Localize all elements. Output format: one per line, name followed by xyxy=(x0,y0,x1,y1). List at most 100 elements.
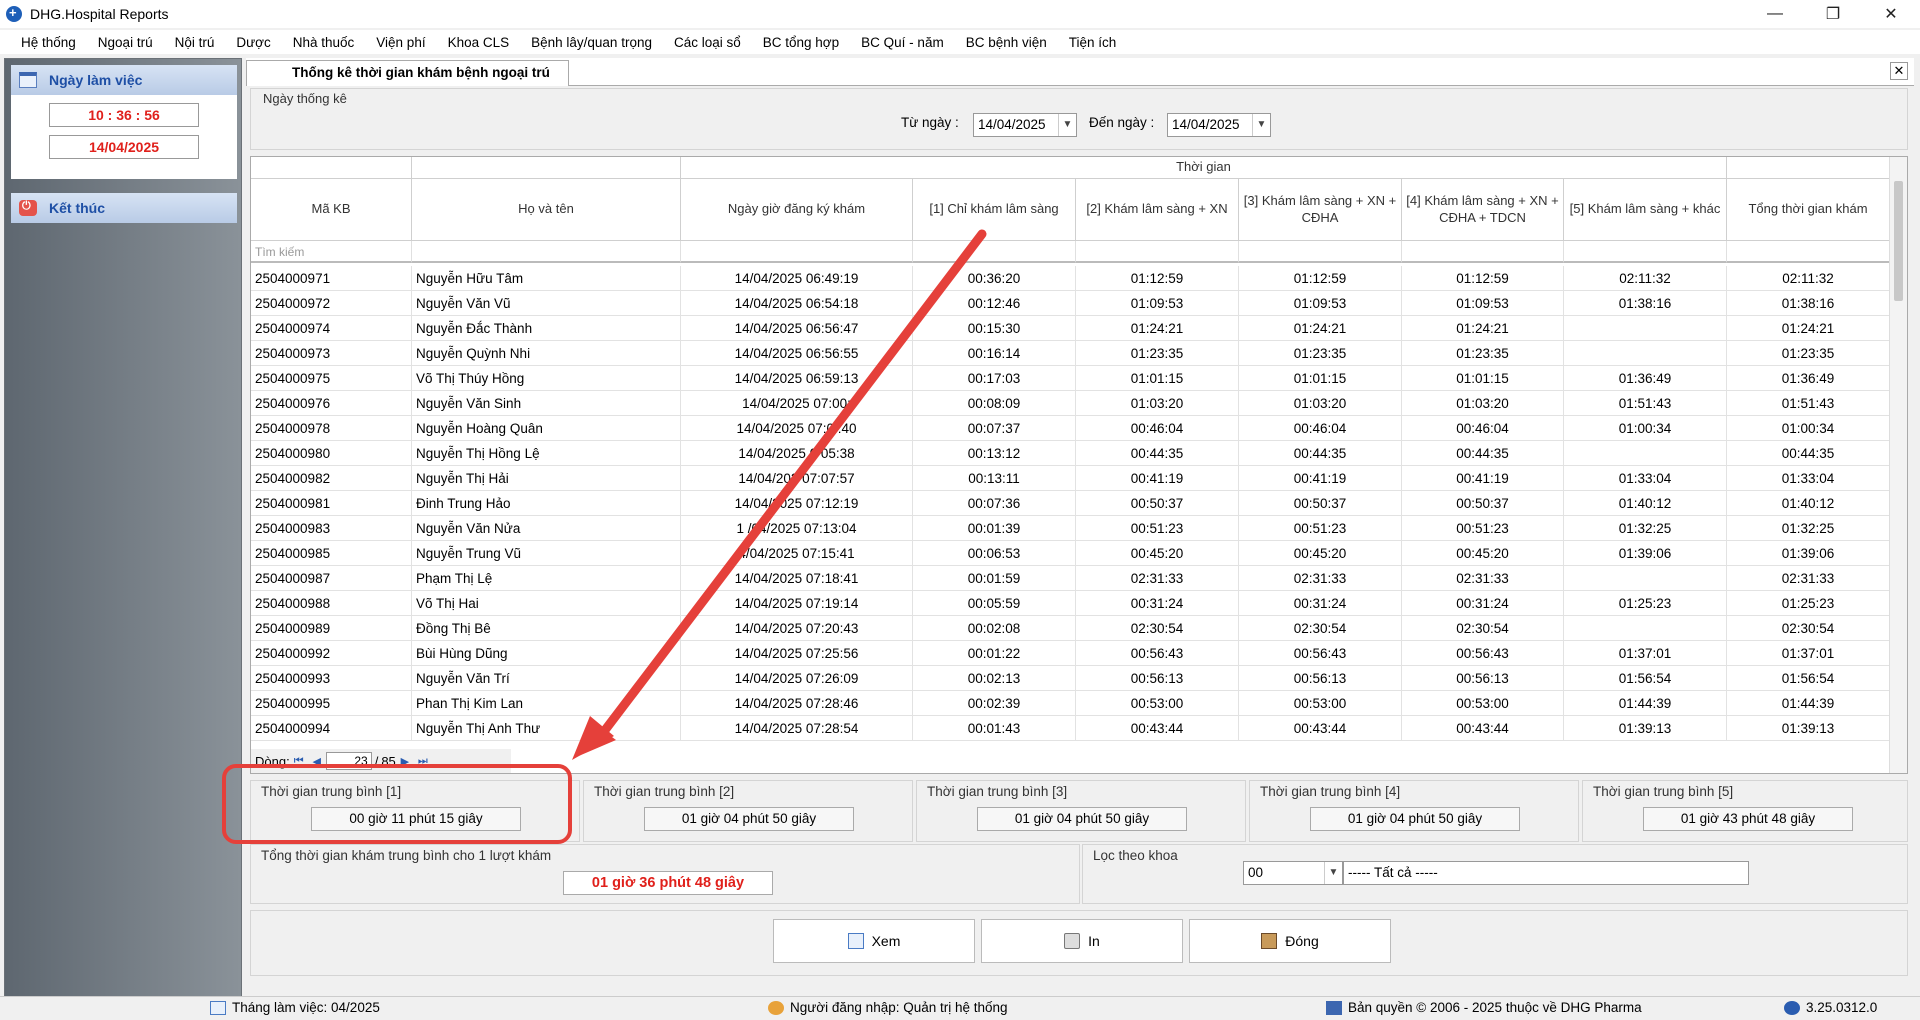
cell-ngay-dang-ky[interactable]: 14/04/202 07:07:57 xyxy=(681,466,913,490)
cell-ho-ten[interactable]: Nguyễn Hoàng Quân xyxy=(412,416,681,440)
search-input-t3[interactable] xyxy=(1239,241,1402,263)
cell-total[interactable]: 02:30:54 xyxy=(1727,616,1890,640)
cell-ho-ten[interactable]: Nguyễn Văn Trí xyxy=(412,666,681,690)
search-input-t1[interactable] xyxy=(913,241,1076,263)
cell-t5[interactable]: 01:00:34 xyxy=(1564,416,1727,440)
menu-bc-benh-vien[interactable]: BC bệnh viện xyxy=(955,35,1058,50)
cell-t3[interactable]: 00:46:04 xyxy=(1239,416,1402,440)
cell-t1[interactable]: 00:06:53 xyxy=(913,541,1076,565)
table-row[interactable]: 2504000975 Võ Thị Thúy Hồng 14/04/2025 06:… xyxy=(251,366,1890,391)
close-window-button[interactable]: ✕ xyxy=(1862,0,1920,28)
table-row[interactable]: 2504000995 Phan Thị Kim Lan 14/04/2025 07:… xyxy=(251,691,1890,716)
cell-ma-kb[interactable]: 2504000994 xyxy=(251,716,412,740)
view-button[interactable]: Xem xyxy=(773,919,975,963)
department-code-select[interactable]: 00 ▼ xyxy=(1243,861,1343,885)
cell-t2[interactable]: 02:30:54 xyxy=(1076,616,1239,640)
table-row[interactable]: 2504000989 Đồng Thị Bê 14/04/2025 07:20:43… xyxy=(251,616,1890,641)
menu-noi-tru[interactable]: Nội trú xyxy=(164,35,226,50)
cell-t2[interactable]: 01:23:35 xyxy=(1076,341,1239,365)
cell-t1[interactable]: 00:07:36 xyxy=(913,491,1076,515)
col-header-ngay-dang-ky[interactable]: Ngày giờ đăng ký khám xyxy=(681,179,913,241)
cell-ho-ten[interactable]: Đinh Trung Hảo xyxy=(412,491,681,515)
cell-t5[interactable]: 01:33:04 xyxy=(1564,466,1727,490)
cell-t3[interactable]: 00:50:37 xyxy=(1239,491,1402,515)
cell-t2[interactable]: 00:46:04 xyxy=(1076,416,1239,440)
cell-t5[interactable]: 01:44:39 xyxy=(1564,691,1727,715)
cell-t3[interactable]: 00:51:23 xyxy=(1239,516,1402,540)
cell-ngay-dang-ky[interactable]: 14/04/2025 06:59:13 xyxy=(681,366,913,390)
cell-t5[interactable]: 01:56:54 xyxy=(1564,666,1727,690)
search-input-ngay[interactable] xyxy=(681,241,913,263)
col-header-t4[interactable]: [4] Khám lâm sàng + XN + CĐHA + TDCN xyxy=(1402,179,1564,241)
cell-ngay-dang-ky[interactable]: 14/04/2025 07:18:41 xyxy=(681,566,913,590)
cell-ngay-dang-ky[interactable]: 14/04/2025 07:12:19 xyxy=(681,491,913,515)
cell-ho-ten[interactable]: Bùi Hùng Dũng xyxy=(412,641,681,665)
cell-ho-ten[interactable]: Nguyễn Văn Vũ xyxy=(412,291,681,315)
cell-ngay-dang-ky[interactable]: 14/04/2025 06:56:47 xyxy=(681,316,913,340)
print-button[interactable]: In xyxy=(981,919,1183,963)
cell-t5[interactable]: 01:38:16 xyxy=(1564,291,1727,315)
cell-ngay-dang-ky[interactable]: 14/04/2025 06:49:19 xyxy=(681,266,913,290)
cell-t5[interactable]: 02:11:32 xyxy=(1564,266,1727,290)
cell-ma-kb[interactable]: 2504000989 xyxy=(251,616,412,640)
cell-total[interactable]: 01:37:01 xyxy=(1727,641,1890,665)
cell-t2[interactable]: 00:56:13 xyxy=(1076,666,1239,690)
cell-total[interactable]: 01:36:49 xyxy=(1727,366,1890,390)
cell-ngay-dang-ky[interactable]: 14/04/2025 07:25:56 xyxy=(681,641,913,665)
table-row[interactable]: 2504000973 Nguyễn Quỳnh Nhi 14/04/2025 06:… xyxy=(251,341,1890,366)
col-header-ho-ten[interactable]: Họ và tên xyxy=(412,179,681,241)
cell-total[interactable]: 01:51:43 xyxy=(1727,391,1890,415)
table-row[interactable]: 2504000983 Nguyễn Văn Nửa 1 /04/2025 07:13… xyxy=(251,516,1890,541)
cell-ma-kb[interactable]: 2504000978 xyxy=(251,416,412,440)
cell-total[interactable]: 01:56:54 xyxy=(1727,666,1890,690)
cell-t5[interactable] xyxy=(1564,341,1727,365)
cell-t1[interactable]: 00:01:39 xyxy=(913,516,1076,540)
col-header-t5[interactable]: [5] Khám lâm sàng + khác xyxy=(1564,179,1727,241)
exit-panel[interactable]: Kết thúc xyxy=(11,193,237,223)
menu-duoc[interactable]: Dược xyxy=(225,35,281,50)
cell-total[interactable]: 01:25:23 xyxy=(1727,591,1890,615)
cell-t5[interactable]: 01:36:49 xyxy=(1564,366,1727,390)
col-header-t3[interactable]: [3] Khám lâm sàng + XN + CĐHA xyxy=(1239,179,1402,241)
vertical-scrollbar[interactable] xyxy=(1889,157,1907,773)
cell-t1[interactable]: 00:05:59 xyxy=(913,591,1076,615)
cell-ngay-dang-ky[interactable]: 14/04/2025 06:56:55 xyxy=(681,341,913,365)
cell-ma-kb[interactable]: 2504000988 xyxy=(251,591,412,615)
table-row[interactable]: 2504000972 Nguyễn Văn Vũ 14/04/2025 06:54:… xyxy=(251,291,1890,316)
cell-t3[interactable]: 00:44:35 xyxy=(1239,441,1402,465)
cell-total[interactable]: 01:24:21 xyxy=(1727,316,1890,340)
cell-total[interactable]: 01:40:12 xyxy=(1727,491,1890,515)
cell-t4[interactable]: 00:50:37 xyxy=(1402,491,1564,515)
cell-t1[interactable]: 00:36:20 xyxy=(913,266,1076,290)
cell-ngay-dang-ky[interactable]: 14/04/2025 07:26:09 xyxy=(681,666,913,690)
cell-ma-kb[interactable]: 2504000985 xyxy=(251,541,412,565)
col-header-t2[interactable]: [2] Khám lâm sàng + XN xyxy=(1076,179,1239,241)
cell-total[interactable]: 01:33:04 xyxy=(1727,466,1890,490)
cell-t5[interactable]: 01:32:25 xyxy=(1564,516,1727,540)
cell-ho-ten[interactable]: Nguyễn Thị Hải xyxy=(412,466,681,490)
cell-t2[interactable]: 00:51:23 xyxy=(1076,516,1239,540)
cell-t2[interactable]: 01:24:21 xyxy=(1076,316,1239,340)
col-header-t1[interactable]: [1] Chỉ khám lâm sàng xyxy=(913,179,1076,241)
search-input-total[interactable] xyxy=(1727,241,1890,263)
cell-t2[interactable]: 00:31:24 xyxy=(1076,591,1239,615)
cell-total[interactable]: 02:11:32 xyxy=(1727,266,1890,290)
cell-ma-kb[interactable]: 2504000980 xyxy=(251,441,412,465)
cell-t5[interactable] xyxy=(1564,566,1727,590)
cell-t2[interactable]: 01:12:59 xyxy=(1076,266,1239,290)
cell-ho-ten[interactable]: Nguyễn Thị Anh Thư xyxy=(412,716,681,740)
cell-t1[interactable]: 00:07:37 xyxy=(913,416,1076,440)
cell-t3[interactable]: 02:30:54 xyxy=(1239,616,1402,640)
minimize-button[interactable]: — xyxy=(1746,0,1804,28)
col-header-total[interactable]: Tổng thời gian khám xyxy=(1727,179,1890,241)
cell-t5[interactable]: 01:37:01 xyxy=(1564,641,1727,665)
cell-t1[interactable]: 00:01:59 xyxy=(913,566,1076,590)
cell-t4[interactable]: 01:24:21 xyxy=(1402,316,1564,340)
cell-t4[interactable]: 02:31:33 xyxy=(1402,566,1564,590)
cell-ho-ten[interactable]: Nguyễn Trung Vũ xyxy=(412,541,681,565)
cell-total[interactable]: 01:38:16 xyxy=(1727,291,1890,315)
cell-ngay-dang-ky[interactable]: 14/04/2025 07:0 :40 xyxy=(681,416,913,440)
cell-t4[interactable]: 00:44:35 xyxy=(1402,441,1564,465)
cell-total[interactable]: 01:39:13 xyxy=(1727,716,1890,740)
cell-t1[interactable]: 00:13:12 xyxy=(913,441,1076,465)
